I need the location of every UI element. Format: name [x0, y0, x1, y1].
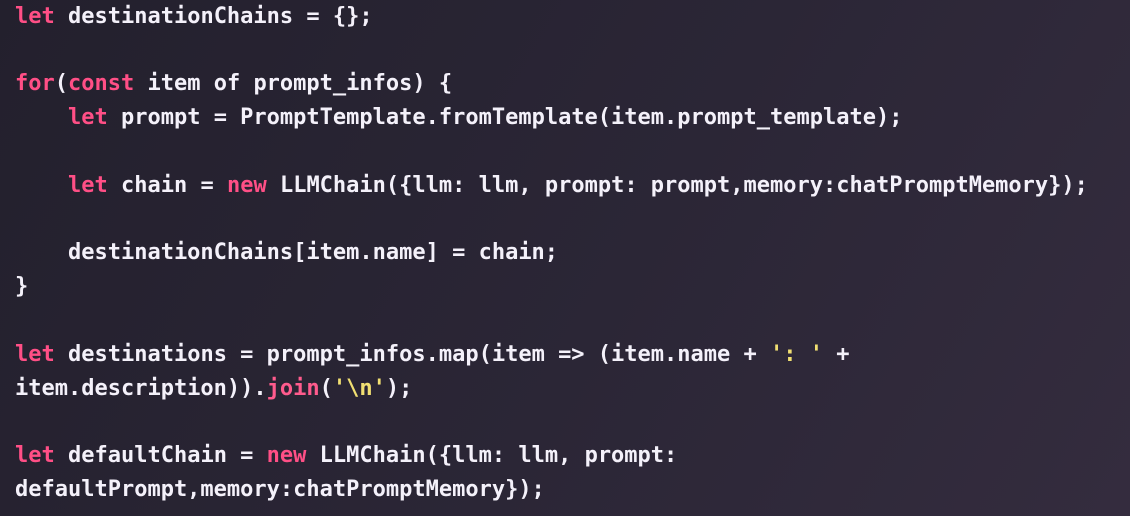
code-token: item of prompt_infos) {: [134, 71, 453, 96]
code-token: let: [15, 342, 55, 367]
code-token: );: [385, 376, 413, 401]
code-token: let: [15, 443, 55, 468]
code-token: const: [68, 71, 135, 96]
code-token: let: [67, 105, 108, 130]
code-token: new: [266, 443, 307, 468]
code-token: join: [266, 376, 320, 401]
code-line: let defaultChain = new LLMChain({llm: ll…: [15, 439, 677, 473]
code-token: '\n': [332, 376, 386, 401]
code-line: let destinations = prompt_infos.map(item…: [15, 338, 849, 372]
code-token: ': ': [770, 342, 823, 367]
code-token: (: [319, 376, 333, 401]
code-line: }: [15, 270, 28, 304]
code-token: defaultPrompt,memory:chatPromptMemory});: [15, 477, 545, 502]
code-token: (: [54, 71, 68, 96]
code-token: }: [15, 274, 29, 299]
code-token: defaultChain =: [54, 443, 267, 468]
code-line: defaultPrompt,memory:chatPromptMemory});: [15, 473, 545, 507]
code-line: let prompt = PromptTemplate.fromTemplate…: [15, 101, 902, 135]
code-token: item.description)).: [15, 376, 267, 401]
code-token: LLMChain({llm: llm, prompt:: [306, 443, 678, 468]
code-token: new: [226, 173, 267, 198]
code-line: item.description)).join('\n');: [15, 372, 412, 406]
code-token: let: [15, 4, 55, 29]
code-token: chain =: [107, 173, 227, 198]
code-token: for: [15, 71, 55, 96]
code-line: for(const item of prompt_infos) {: [15, 67, 452, 101]
code-token: +: [822, 342, 850, 367]
code-token: let: [67, 173, 108, 198]
code-token: prompt = PromptTemplate.fromTemplate(ite…: [107, 105, 903, 130]
code-token: LLMChain({llm: llm, prompt: prompt,memor…: [266, 173, 1088, 198]
code-token: destinations = prompt_infos.map(item => …: [54, 342, 770, 367]
code-token: destinationChains[item.name] = chain;: [15, 240, 559, 265]
code-line: let chain = new LLMChain({llm: llm, prom…: [15, 169, 1088, 203]
code-line: let destinationChains = {};: [15, 0, 373, 34]
code-line: destinationChains[item.name] = chain;: [15, 236, 558, 270]
code-token: destinationChains = {};: [54, 4, 373, 29]
